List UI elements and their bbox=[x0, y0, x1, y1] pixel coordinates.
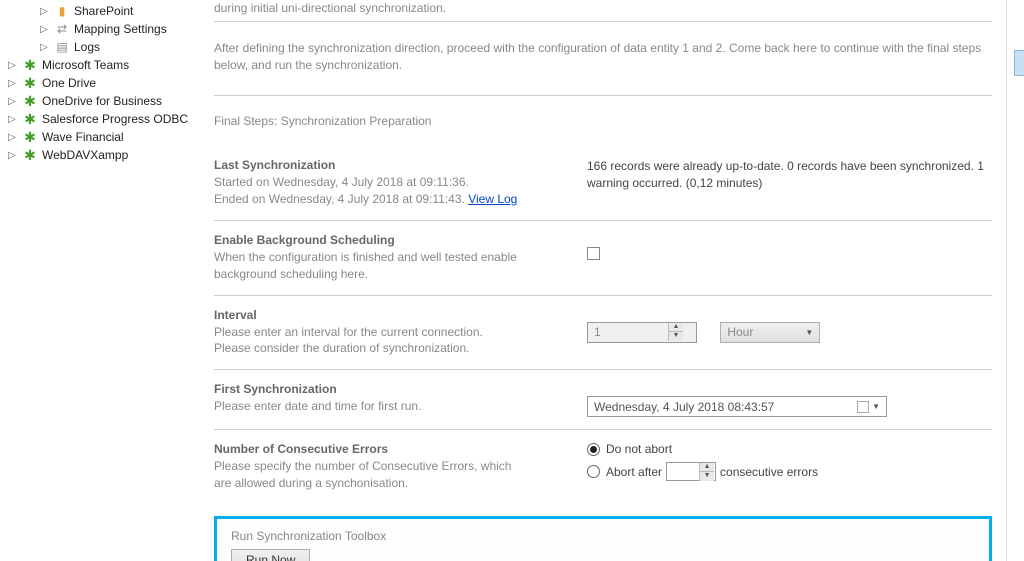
tree-item-logs[interactable]: ▷ ▤ Logs bbox=[0, 38, 200, 56]
abort-count-input[interactable] bbox=[667, 465, 699, 479]
tree-label: WebDAVXampp bbox=[42, 148, 128, 162]
view-log-link[interactable]: View Log bbox=[468, 192, 517, 206]
first-sync-title: First Synchronization bbox=[214, 382, 579, 396]
sidebar: ▷ ▮ SharePoint ▷ ⇄ Mapping Settings ▷ ▤ … bbox=[0, 0, 200, 561]
logs-icon: ▤ bbox=[54, 39, 70, 55]
chevron-right-icon[interactable]: ▷ bbox=[40, 42, 52, 53]
interval-unit-select[interactable]: Hour ▼ bbox=[720, 322, 820, 343]
final-steps-heading: Final Steps: Synchronization Preparation bbox=[214, 114, 992, 128]
interval-title: Interval bbox=[214, 308, 579, 322]
right-edge-panel bbox=[1006, 0, 1024, 561]
tree-label: OneDrive for Business bbox=[42, 94, 162, 108]
chevron-right-icon[interactable]: ▷ bbox=[40, 6, 52, 17]
after-direction-text: After defining the synchronization direc… bbox=[214, 40, 992, 74]
puzzle-icon: ✱ bbox=[22, 147, 38, 163]
folder-icon: ▮ bbox=[54, 3, 70, 19]
spinner-down-icon[interactable]: ▼ bbox=[669, 332, 683, 341]
radio-abort-after[interactable] bbox=[587, 465, 600, 478]
chevron-down-icon: ▼ bbox=[805, 328, 813, 337]
bg-schedule-row: Enable Background Scheduling When the co… bbox=[214, 229, 992, 287]
tree-label: Mapping Settings bbox=[74, 22, 167, 36]
tree-label: Logs bbox=[74, 40, 100, 54]
chevron-right-icon[interactable]: ▷ bbox=[8, 96, 20, 107]
puzzle-icon: ✱ bbox=[22, 111, 38, 127]
tree-label: Salesforce Progress ODBC bbox=[42, 112, 188, 126]
first-sync-datetime[interactable]: Wednesday, 4 July 2018 08:43:57 ▼ bbox=[587, 396, 887, 417]
tree-item-salesforce[interactable]: ▷ ✱ Salesforce Progress ODBC bbox=[0, 110, 200, 128]
right-tab-snippet[interactable] bbox=[1014, 50, 1024, 76]
interval-spinner[interactable]: ▲ ▼ bbox=[587, 322, 697, 343]
interval-desc1: Please enter an interval for the current… bbox=[214, 324, 579, 341]
radio-label-abort-prefix: Abort after bbox=[606, 465, 662, 479]
radio-label-do-not-abort: Do not abort bbox=[606, 442, 672, 456]
tree-item-mapping-settings[interactable]: ▷ ⇄ Mapping Settings bbox=[0, 20, 200, 38]
divider bbox=[214, 220, 992, 221]
consecutive-title: Number of Consecutive Errors bbox=[214, 442, 579, 456]
run-box-title: Run Synchronization Toolbox bbox=[231, 529, 975, 543]
interval-desc2: Please consider the duration of synchron… bbox=[214, 340, 579, 357]
settings-icon: ⇄ bbox=[54, 21, 70, 37]
chevron-right-icon[interactable]: ▷ bbox=[8, 150, 20, 161]
chevron-down-icon[interactable]: ▼ bbox=[872, 402, 880, 411]
select-label: Hour bbox=[727, 325, 753, 339]
consecutive-desc2: are allowed during a synchonisation. bbox=[214, 475, 579, 492]
puzzle-icon: ✱ bbox=[22, 129, 38, 145]
abort-count-spinner[interactable]: ▲ ▼ bbox=[666, 462, 716, 481]
first-sync-row: First Synchronization Please enter date … bbox=[214, 378, 992, 421]
puzzle-icon: ✱ bbox=[22, 93, 38, 109]
main-content: during initial uni-directional synchroni… bbox=[200, 0, 1024, 561]
divider bbox=[214, 21, 992, 22]
first-sync-desc: Please enter date and time for first run… bbox=[214, 398, 579, 415]
bg-schedule-title: Enable Background Scheduling bbox=[214, 233, 579, 247]
top-fragment-text: during initial uni-directional synchroni… bbox=[214, 0, 992, 17]
interval-row: Interval Please enter an interval for th… bbox=[214, 304, 992, 362]
run-now-button[interactable]: Run Now bbox=[231, 549, 310, 561]
bg-schedule-checkbox[interactable] bbox=[587, 247, 600, 260]
last-sync-title: Last Synchronization bbox=[214, 158, 579, 172]
last-sync-ended: Ended on Wednesday, 4 July 2018 at 09:11… bbox=[214, 191, 579, 208]
puzzle-icon: ✱ bbox=[22, 75, 38, 91]
chevron-right-icon[interactable]: ▷ bbox=[8, 60, 20, 71]
tree-label: Microsoft Teams bbox=[42, 58, 129, 72]
tree-label: SharePoint bbox=[74, 4, 133, 18]
chevron-right-icon[interactable]: ▷ bbox=[8, 114, 20, 125]
radio-label-abort-suffix: consecutive errors bbox=[720, 465, 818, 479]
tree-item-sharepoint[interactable]: ▷ ▮ SharePoint bbox=[0, 2, 200, 20]
chevron-right-icon[interactable]: ▷ bbox=[8, 78, 20, 89]
last-sync-row: Last Synchronization Started on Wednesda… bbox=[214, 154, 992, 212]
tree-item-onedrive-business[interactable]: ▷ ✱ OneDrive for Business bbox=[0, 92, 200, 110]
divider bbox=[214, 369, 992, 370]
tree-label: Wave Financial bbox=[42, 130, 124, 144]
tree-item-one-drive[interactable]: ▷ ✱ One Drive bbox=[0, 74, 200, 92]
spinner-up-icon[interactable]: ▲ bbox=[700, 463, 714, 472]
puzzle-icon: ✱ bbox=[22, 57, 38, 73]
chevron-right-icon[interactable]: ▷ bbox=[40, 24, 52, 35]
tree-label: One Drive bbox=[42, 76, 96, 90]
consecutive-errors-row: Number of Consecutive Errors Please spec… bbox=[214, 438, 992, 496]
spinner-down-icon[interactable]: ▼ bbox=[700, 472, 714, 481]
content-panel: during initial uni-directional synchroni… bbox=[200, 0, 1006, 561]
last-sync-result: 166 records were already up-to-date. 0 r… bbox=[587, 158, 992, 192]
spinner-up-icon[interactable]: ▲ bbox=[669, 323, 683, 332]
radio-do-not-abort[interactable] bbox=[587, 443, 600, 456]
ended-text: Ended on Wednesday, 4 July 2018 at 09:11… bbox=[214, 192, 468, 206]
consecutive-desc1: Please specify the number of Consecutive… bbox=[214, 458, 579, 475]
divider bbox=[214, 429, 992, 430]
run-sync-toolbox: Run Synchronization Toolbox Run Now bbox=[214, 516, 992, 561]
tree-item-microsoft-teams[interactable]: ▷ ✱ Microsoft Teams bbox=[0, 56, 200, 74]
calendar-icon[interactable] bbox=[857, 401, 869, 413]
datetime-text: Wednesday, 4 July 2018 08:43:57 bbox=[594, 400, 774, 414]
divider bbox=[214, 295, 992, 296]
bg-schedule-desc: When the configuration is finished and w… bbox=[214, 249, 579, 283]
interval-input[interactable] bbox=[588, 323, 668, 341]
tree-item-wave-financial[interactable]: ▷ ✱ Wave Financial bbox=[0, 128, 200, 146]
chevron-right-icon[interactable]: ▷ bbox=[8, 132, 20, 143]
divider bbox=[214, 95, 992, 96]
last-sync-started: Started on Wednesday, 4 July 2018 at 09:… bbox=[214, 174, 579, 191]
tree-item-webdav[interactable]: ▷ ✱ WebDAVXampp bbox=[0, 146, 200, 164]
